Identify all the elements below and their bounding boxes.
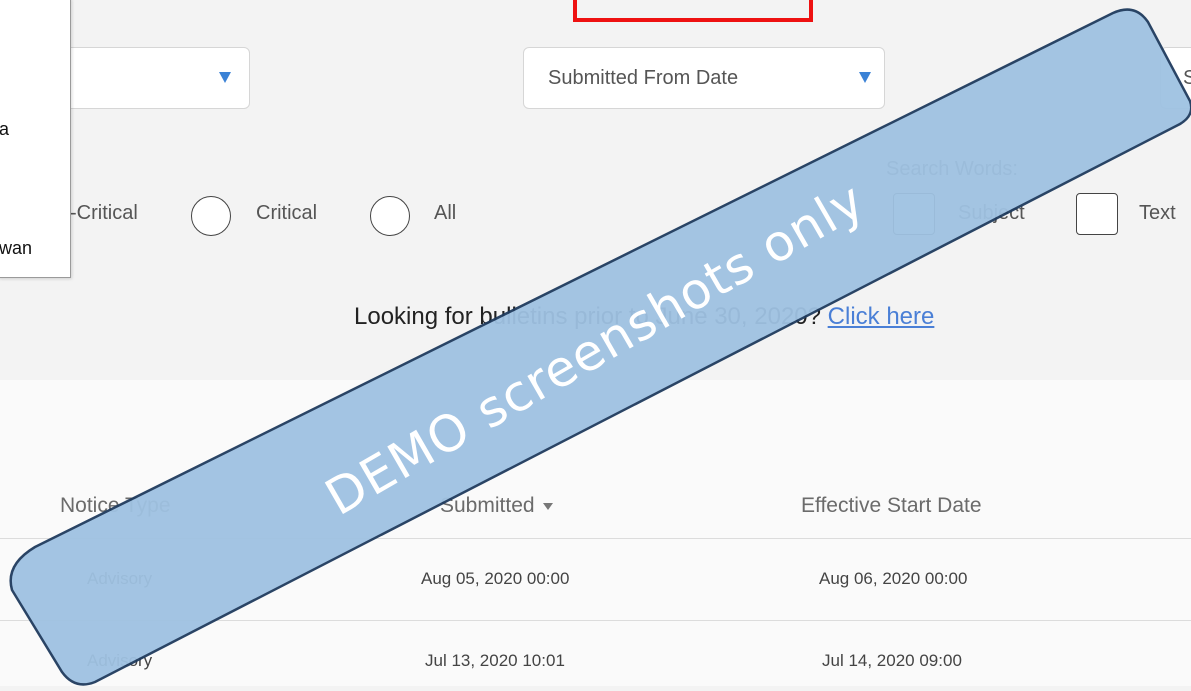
search-text-checkbox[interactable] xyxy=(1076,193,1118,235)
results-table xyxy=(0,380,1191,686)
dropdown-list-popup[interactable]: a wan xyxy=(0,0,71,278)
filter-select-right[interactable]: S xyxy=(1160,47,1191,109)
search-words-label: Search Words: xyxy=(886,158,1018,180)
table-divider xyxy=(0,538,1191,539)
table-cell-submitted: Aug 05, 2020 00:00 xyxy=(421,569,570,588)
table-cell-notice-type: Advisory xyxy=(87,569,153,588)
notice-text: Looking for bulletins prior to June 30, … xyxy=(354,303,821,330)
dropdown-list-item[interactable]: a xyxy=(0,119,9,140)
chevron-down-icon xyxy=(219,72,231,83)
table-cell-notice-type: Advisory xyxy=(87,651,153,670)
priority-option-label: Critical xyxy=(256,202,318,224)
dropdown-list-item[interactable]: wan xyxy=(0,238,32,259)
priority-option-label: All xyxy=(434,202,457,224)
table-cell-submitted: Jul 13, 2020 10:01 xyxy=(425,651,565,670)
search-text-label: Text xyxy=(1139,202,1176,224)
legacy-bulletins-notice: Looking for bulletins prior to June 30, … xyxy=(354,303,934,331)
column-header-effective-start[interactable]: Effective Start Date xyxy=(801,494,982,518)
table-cell-effective-start: Aug 06, 2020 00:00 xyxy=(819,569,968,588)
column-header-submitted[interactable]: Submitted xyxy=(440,494,553,518)
priority-radio-critical[interactable] xyxy=(191,196,231,236)
chevron-down-icon xyxy=(859,72,871,83)
sort-desc-icon xyxy=(542,502,553,510)
click-here-link[interactable]: Click here xyxy=(828,303,935,330)
table-cell-effective-start: Jul 14, 2020 09:00 xyxy=(822,651,962,670)
table-divider xyxy=(0,620,1191,621)
priority-radio-all[interactable] xyxy=(370,196,410,236)
column-header-notice-type[interactable]: Notice Type xyxy=(60,494,171,518)
highlight-box xyxy=(573,0,813,22)
search-subject-label: Subject xyxy=(958,202,1025,224)
search-subject-checkbox[interactable] xyxy=(893,193,935,235)
submitted-from-date-select[interactable]: Submitted From Date xyxy=(523,47,885,109)
priority-option-label: -Critical xyxy=(70,202,138,224)
